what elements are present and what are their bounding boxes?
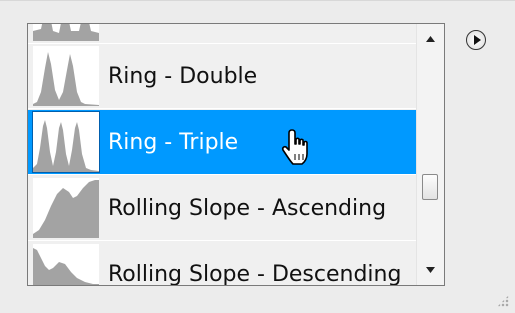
partial-preset-thumbnail-icon: [33, 24, 99, 41]
preset-label: Rolling Slope - Descending: [108, 262, 402, 285]
preset-picker-panel: Ring - Double Ring - Triple Rolling Slop…: [0, 0, 515, 313]
ring-double-thumbnail-icon: [33, 46, 99, 106]
preset-list-viewport: Ring - Double Ring - Triple Rolling Slop…: [28, 24, 416, 285]
preset-row-rolling-slope-descending[interactable]: Rolling Slope - Descending: [28, 242, 416, 285]
scroll-thumb[interactable]: [422, 174, 438, 200]
preset-label: Ring - Triple: [108, 130, 239, 155]
preset-row-rolling-slope-ascending[interactable]: Rolling Slope - Ascending: [28, 176, 416, 241]
preset-list[interactable]: Ring - Double Ring - Triple Rolling Slop…: [27, 23, 445, 286]
preset-row-ring-triple[interactable]: Ring - Triple: [28, 110, 416, 175]
scroll-up-arrow-icon[interactable]: [417, 28, 444, 50]
resize-grip-icon[interactable]: [497, 295, 509, 307]
ring-triple-thumbnail-icon: [32, 111, 100, 173]
preset-list-scrollbar[interactable]: [416, 24, 444, 285]
preset-row-ring-double[interactable]: Ring - Double: [28, 44, 416, 109]
preset-row-partial[interactable]: [28, 24, 416, 44]
hand-pointer-icon: [281, 129, 308, 165]
panel-menu-play-icon[interactable]: [466, 30, 486, 50]
preset-label: Rolling Slope - Ascending: [108, 196, 387, 221]
preset-label: Ring - Double: [108, 64, 258, 89]
rolling-slope-descending-thumbnail-icon: [33, 244, 99, 285]
rolling-slope-ascending-thumbnail-icon: [33, 178, 99, 238]
scroll-down-arrow-icon[interactable]: [417, 259, 444, 281]
